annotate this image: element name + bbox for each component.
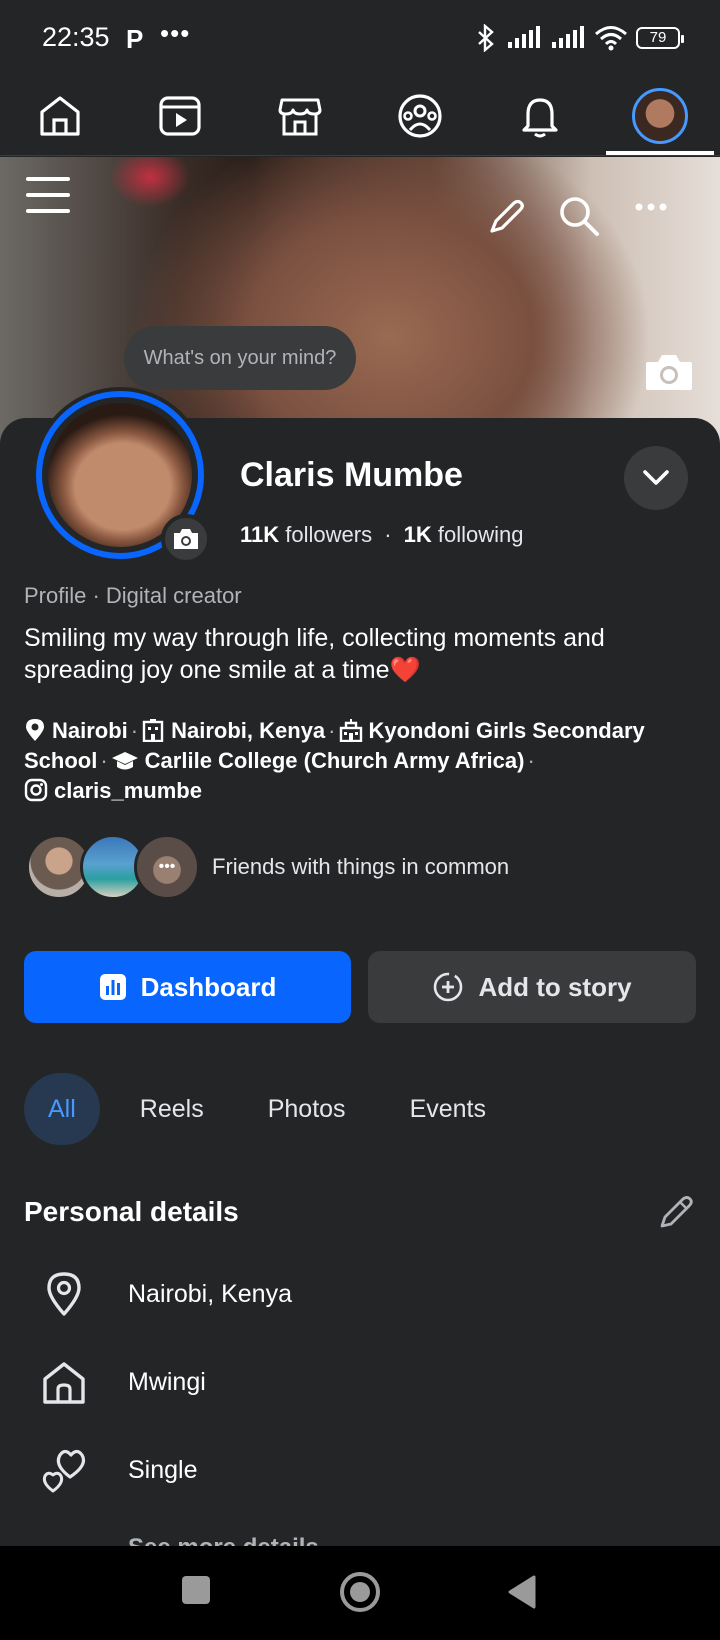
nav-groups[interactable] xyxy=(360,76,480,156)
edit-pencil-icon[interactable] xyxy=(488,197,526,235)
status-bar: 22:35 P ••• 79 xyxy=(0,0,720,76)
bluetooth-icon xyxy=(478,24,494,52)
status-indicators: 79 xyxy=(474,24,684,52)
camera-icon xyxy=(174,529,198,549)
info-separator: · xyxy=(328,718,336,743)
groups-icon xyxy=(398,94,442,138)
chevron-down-icon xyxy=(643,470,669,485)
location-icon xyxy=(47,1272,81,1316)
nav-notifications[interactable] xyxy=(480,76,600,156)
hometown-building-icon xyxy=(142,719,164,742)
profile-name: Claris Mumbe xyxy=(240,456,463,494)
tab-all[interactable]: All xyxy=(24,1073,100,1145)
college[interactable]: Carlile College (Church Army Africa) xyxy=(145,748,525,773)
friends-common-label: Friends with things in common xyxy=(212,854,510,879)
nav-marketplace[interactable] xyxy=(240,76,360,156)
profile-category: Profile · Digital creator xyxy=(24,583,242,608)
video-icon xyxy=(159,96,201,136)
detail-row-location[interactable]: Nairobi, Kenya xyxy=(40,1262,292,1326)
location-pin-icon xyxy=(26,719,44,741)
friend-avatar-more: ••• xyxy=(134,834,200,900)
following-count[interactable]: 1K xyxy=(404,522,432,547)
p-notification-icon: P xyxy=(126,24,144,54)
hometown[interactable]: Nairobi, Kenya xyxy=(171,718,325,743)
active-tab-indicator xyxy=(606,151,714,155)
graduation-cap-icon xyxy=(111,752,138,770)
stats-separator: · xyxy=(384,522,392,547)
home-system-button[interactable] xyxy=(340,1572,380,1612)
nav-profile[interactable] xyxy=(600,76,720,156)
instagram-icon xyxy=(24,778,48,802)
profile-info-line: Nairobi · Nairobi, Kenya · Kyondoni Girls Se… xyxy=(24,716,704,806)
home-icon xyxy=(43,1362,85,1404)
following-label[interactable]: following xyxy=(438,522,524,547)
profile-bio: Smiling my way through life, collecting … xyxy=(24,624,605,684)
personal-details-title: Personal details xyxy=(24,1196,239,1227)
marketplace-icon xyxy=(278,98,322,136)
bell-icon xyxy=(522,98,558,138)
detail-location-text: Nairobi, Kenya xyxy=(128,1279,292,1308)
cover-camera-icon[interactable] xyxy=(644,352,694,392)
school-icon xyxy=(339,719,362,742)
current-city[interactable]: Nairobi xyxy=(52,718,128,743)
dashboard-button[interactable]: Dashboard xyxy=(24,951,351,1023)
tab-events[interactable]: Events xyxy=(386,1073,510,1145)
wifi-icon xyxy=(595,26,627,51)
detail-row-hometown[interactable]: Mwingi xyxy=(40,1350,206,1414)
more-friends-dots: ••• xyxy=(158,858,176,875)
info-separator: · xyxy=(130,718,139,743)
recents-button[interactable] xyxy=(182,1576,210,1604)
info-separator: · xyxy=(100,748,108,773)
signal-icon xyxy=(508,26,540,48)
edit-pencil-icon[interactable] xyxy=(658,1194,694,1230)
menu-icon[interactable] xyxy=(26,173,70,217)
more-notifications-icon: ••• xyxy=(160,18,191,48)
profile-dropdown-button[interactable] xyxy=(624,446,688,510)
nav-home[interactable] xyxy=(0,76,120,156)
dashboard-label: Dashboard xyxy=(140,971,277,1002)
profile-avatar-small xyxy=(632,88,688,144)
tab-photos[interactable]: Photos xyxy=(244,1073,370,1145)
more-options-icon[interactable] xyxy=(634,201,668,213)
add-to-story-button[interactable]: Add to story xyxy=(368,951,696,1023)
hearts-icon xyxy=(42,1449,86,1493)
detail-hometown-text: Mwingi xyxy=(128,1367,206,1396)
back-button[interactable] xyxy=(506,1574,538,1610)
detail-relationship-text: Single xyxy=(128,1455,198,1484)
instagram-handle[interactable]: claris_mumbe xyxy=(54,778,202,803)
dashboard-chart-icon xyxy=(99,974,126,1000)
profile-tabs: All Reels Photos Events xyxy=(24,1073,526,1145)
followers-label[interactable]: followers xyxy=(285,522,372,547)
home-icon xyxy=(40,96,80,136)
followers-count[interactable]: 11K xyxy=(240,522,279,547)
detail-row-relationship[interactable]: Single xyxy=(40,1438,198,1502)
info-separator: · xyxy=(527,748,535,773)
friends-in-common[interactable]: ••• Friends with things in common xyxy=(26,834,509,900)
add-story-label: Add to story xyxy=(478,971,632,1002)
top-navigation xyxy=(0,76,720,156)
profile-camera-button[interactable] xyxy=(161,514,211,564)
follow-stats: 11K followers · 1K following xyxy=(240,522,524,548)
battery-icon: 79 xyxy=(636,27,684,49)
nav-video[interactable] xyxy=(120,76,240,156)
status-time: 22:35 xyxy=(42,22,110,52)
signal-icon-2 xyxy=(552,26,584,48)
add-story-icon xyxy=(434,972,463,1002)
tab-reels[interactable]: Reels xyxy=(116,1073,228,1145)
whats-on-your-mind-bubble[interactable]: What's on your mind? xyxy=(124,326,356,390)
system-navigation-bar xyxy=(0,1546,720,1640)
search-icon[interactable] xyxy=(558,195,600,237)
